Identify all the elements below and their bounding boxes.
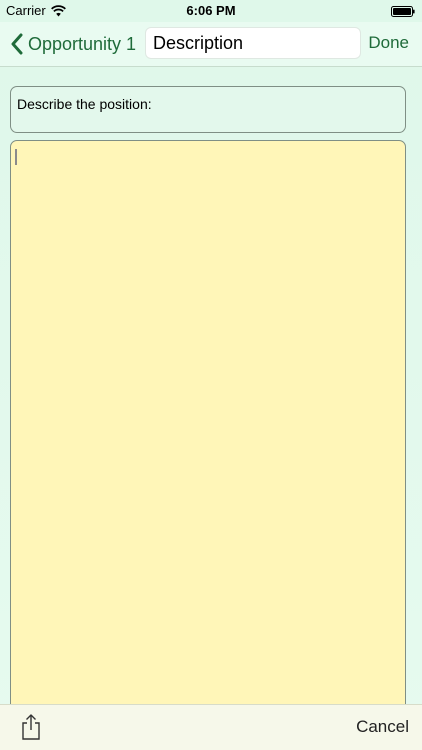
back-button[interactable]: Opportunity 1 [10, 30, 136, 58]
bottom-toolbar: Cancel [0, 704, 422, 750]
description-text-area[interactable] [10, 140, 406, 720]
navigation-bar: Opportunity 1 Description Done [0, 22, 422, 67]
title-field-value: Description [153, 32, 244, 53]
chevron-left-icon [10, 33, 24, 55]
screen: Carrier 6:06 PM Opportunity 1 Descriptio… [0, 0, 422, 750]
battery-icon [391, 5, 415, 17]
prompt-label: Describe the position: [17, 96, 152, 112]
back-button-label: Opportunity 1 [28, 33, 137, 54]
text-caret [15, 149, 17, 165]
done-button[interactable]: Done [368, 33, 409, 53]
share-icon[interactable] [20, 713, 42, 741]
status-bar: Carrier 6:06 PM [0, 0, 422, 22]
cancel-button[interactable]: Cancel [356, 717, 409, 737]
status-time: 6:06 PM [186, 3, 236, 18]
title-field[interactable]: Description [145, 27, 361, 59]
prompt-box: Describe the position: [10, 86, 406, 133]
